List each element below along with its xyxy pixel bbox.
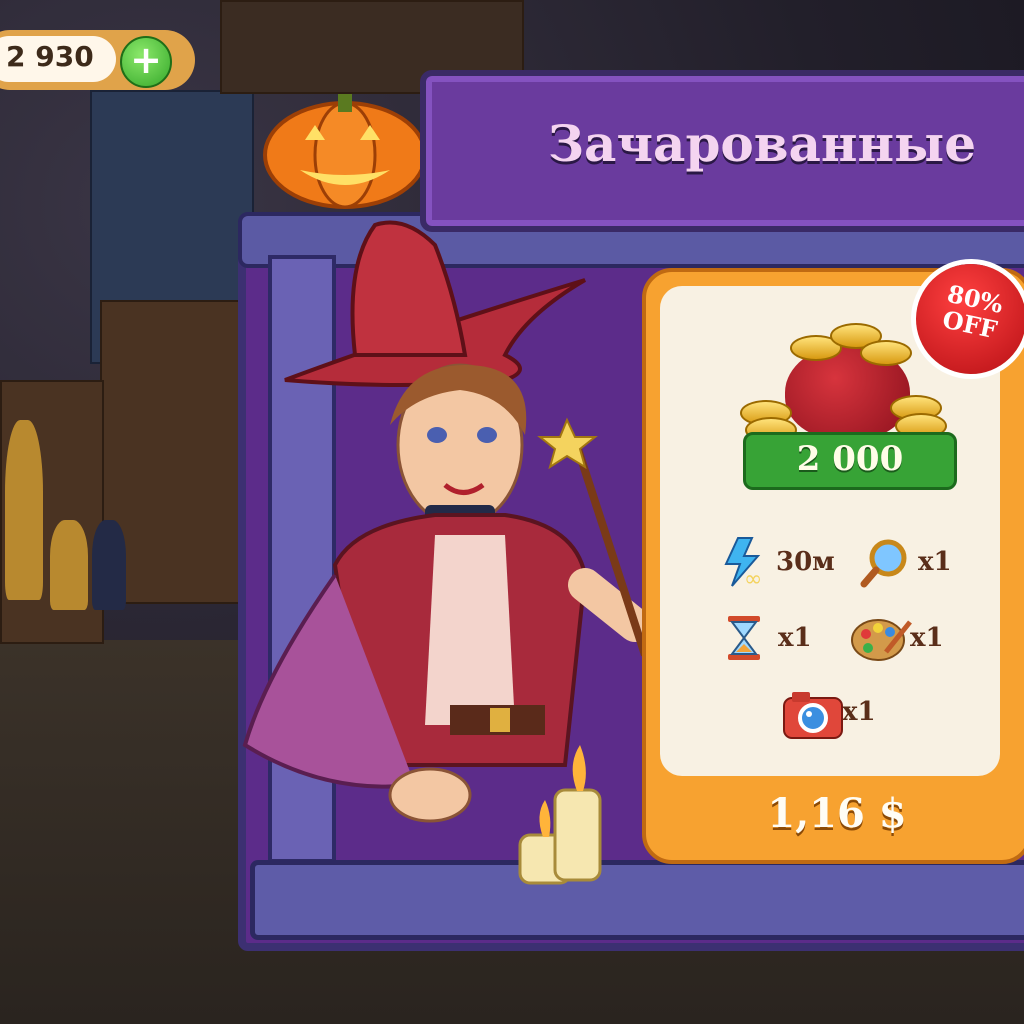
palette-icon — [850, 612, 912, 664]
witch-character — [242, 220, 652, 885]
coin-bag-icon — [740, 305, 947, 445]
cat-statue — [50, 520, 88, 610]
magnifier-icon — [858, 536, 910, 588]
offer-price[interactable]: 1,16 $ — [646, 790, 1024, 837]
bonus-hourglass: x1 — [718, 612, 812, 664]
add-coins-button[interactable]: + — [120, 36, 172, 88]
infinite-energy-icon: ∞ — [716, 536, 768, 592]
coin-balance: 2 930 + — [0, 30, 195, 90]
coins-amount-ribbon: 2 000 — [743, 432, 957, 490]
coins-amount: 2 000 — [796, 439, 904, 479]
plus-icon: + — [130, 38, 162, 82]
bonus-label: x1 — [778, 623, 812, 653]
bonus-infinite-energy: ∞ 30м — [716, 536, 835, 592]
bonus-label: x1 — [918, 547, 952, 577]
bonus-label: x1 — [910, 623, 944, 653]
bonus-palette: x1 — [850, 612, 944, 664]
pharaoh-statue — [5, 420, 43, 600]
camera-icon — [782, 686, 843, 739]
offer-title: Зачарованные — [548, 114, 977, 173]
svg-text:∞: ∞ — [744, 567, 762, 588]
pumpkin-decoration — [263, 94, 427, 209]
bonus-label: 30м — [776, 547, 835, 577]
hourglass-icon — [718, 612, 770, 664]
sale-badge-text: 80% OFF — [913, 275, 1024, 349]
coin — [860, 340, 912, 366]
sale-badge-label: 80% OFF — [939, 278, 1006, 345]
cat-statue-dark — [92, 520, 126, 610]
coin-balance-value: 2 930 — [6, 40, 94, 73]
bonus-camera: x1 — [782, 686, 876, 739]
bonus-magnifier: x1 — [858, 536, 952, 588]
bonus-label: x1 — [842, 697, 876, 727]
coin-balance-field: 2 930 — [0, 36, 116, 82]
